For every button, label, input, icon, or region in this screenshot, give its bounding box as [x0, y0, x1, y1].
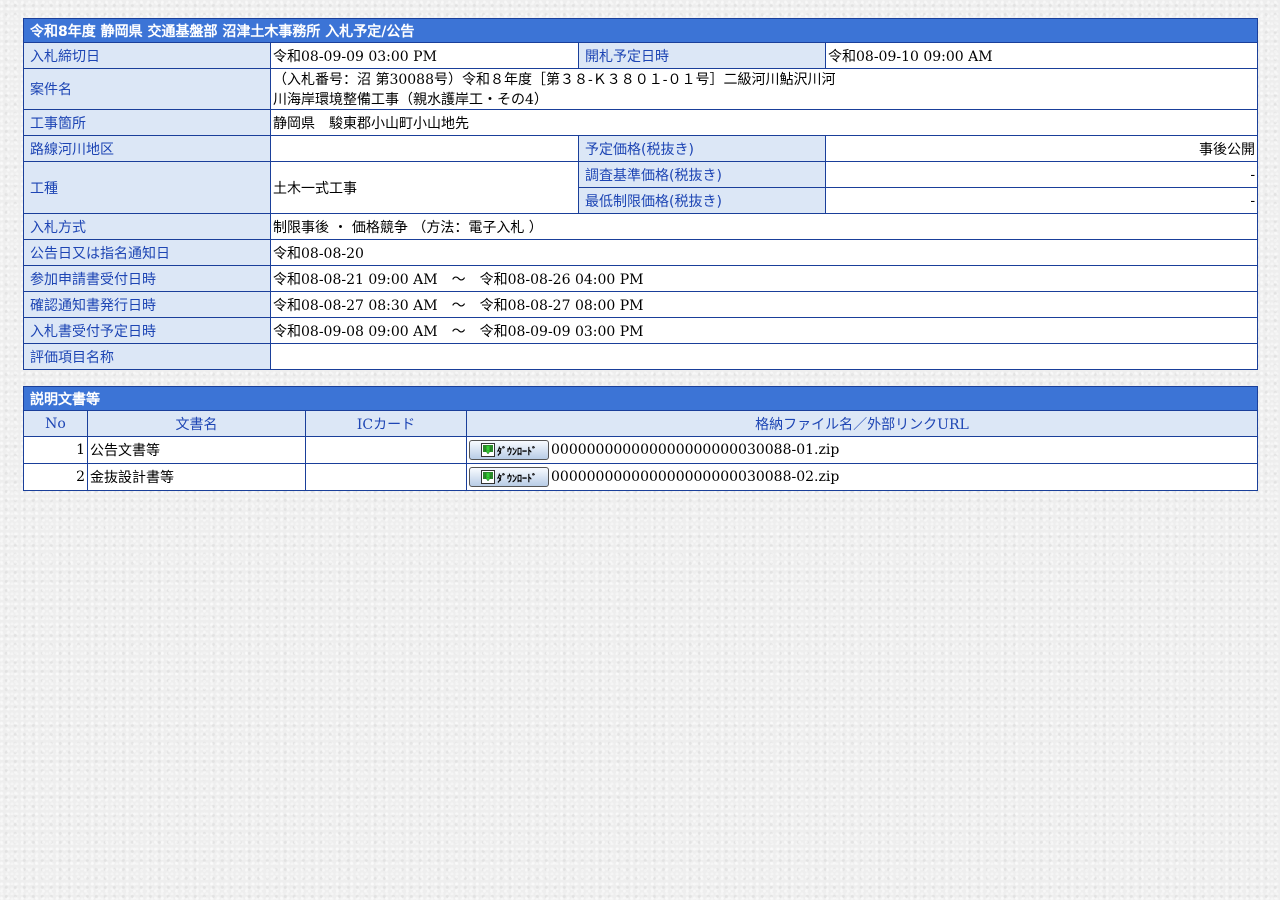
- min-price-value: -: [824, 187, 1259, 214]
- notice-title: 令和8年度 静岡県 交通基盤部 沼津土木事務所 入札予定/公告: [22, 18, 1259, 43]
- bid-reception-value: 令和08-09-08 09:00 AM ～ 令和08-09-09 03:00 P…: [269, 317, 1259, 344]
- route-value: [270, 135, 579, 162]
- col-header-file: 格納ファイル名／外部リンクURL: [466, 410, 1258, 437]
- application-value: 令和08-08-21 09:00 AM ～ 令和08-08-26 04:00 P…: [269, 265, 1259, 292]
- notice-date-label: 公告日又は指名通知日: [23, 239, 271, 266]
- deadline-label: 入札締切日: [23, 42, 271, 69]
- document-row: 1 公告文書等 ﾀﾞｳﾝﾛｰﾄﾞ 00000000000000000000003…: [23, 436, 1258, 464]
- document-no: 1: [23, 436, 88, 464]
- document-filename: 000000000000000000000030088-02.zip: [551, 469, 840, 485]
- location-value: 静岡県 駿東郡小山町小山地先: [269, 109, 1259, 136]
- download-icon: [481, 470, 495, 484]
- bid-reception-label: 入札書受付予定日時: [23, 317, 271, 344]
- documents-title: 説明文書等: [23, 386, 1258, 411]
- work-type-value: 土木一式工事: [270, 161, 579, 214]
- evaluation-label: 評価項目名称: [23, 343, 271, 370]
- document-row: 2 金抜設計書等 ﾀﾞｳﾝﾛｰﾄﾞ 0000000000000000000000…: [23, 463, 1258, 491]
- survey-price-label: 調査基準価格(税抜き): [578, 161, 826, 188]
- deadline-value: 令和08-09-09 03:00 PM: [270, 42, 579, 69]
- document-filename: 000000000000000000000030088-01.zip: [551, 442, 840, 458]
- project-value-line2: 川海岸環境整備工事（親水護岸工・その4）: [273, 92, 548, 108]
- survey-price-value: -: [824, 161, 1259, 188]
- route-label: 路線河川地区: [23, 135, 271, 162]
- confirmation-label: 確認通知書発行日時: [23, 291, 271, 318]
- evaluation-value: [269, 343, 1259, 370]
- col-header-no: No: [23, 410, 88, 437]
- project-value-line1: （入札番号：沼 第30088号）令和８年度［第３８-Ｋ３８０１-０１号］二級河川…: [273, 72, 836, 88]
- location-label: 工事箇所: [23, 109, 271, 136]
- download-label: ﾀﾞｳﾝﾛｰﾄﾞ: [497, 473, 537, 485]
- notice-date-value: 令和08-08-20: [269, 239, 1259, 266]
- planned-price-label: 予定価格(税抜き): [578, 135, 826, 162]
- opening-label: 開札予定日時: [578, 42, 826, 69]
- project-value: （入札番号：沼 第30088号）令和８年度［第３８-Ｋ３８０１-０１号］二級河川…: [269, 68, 1259, 110]
- col-header-ic: ICカード: [305, 410, 467, 437]
- application-label: 参加申請書受付日時: [23, 265, 271, 292]
- page-container: 令和8年度 静岡県 交通基盤部 沼津土木事務所 入札予定/公告 入札締切日 令和…: [22, 18, 1259, 491]
- document-ic: [305, 463, 467, 491]
- download-button[interactable]: ﾀﾞｳﾝﾛｰﾄﾞ: [469, 467, 549, 487]
- planned-price-value: 事後公開: [824, 135, 1259, 162]
- download-icon: [481, 443, 495, 457]
- document-file-cell: ﾀﾞｳﾝﾛｰﾄﾞ 000000000000000000000030088-01.…: [466, 436, 1258, 464]
- document-name: 金抜設計書等: [87, 463, 306, 491]
- confirmation-value: 令和08-08-27 08:30 AM ～ 令和08-08-27 08:00 P…: [269, 291, 1259, 318]
- project-label: 案件名: [23, 68, 271, 110]
- download-button[interactable]: ﾀﾞｳﾝﾛｰﾄﾞ: [469, 440, 549, 460]
- bid-method-label: 入札方式: [23, 213, 271, 240]
- col-header-name: 文書名: [87, 410, 306, 437]
- notice-table: 令和8年度 静岡県 交通基盤部 沼津土木事務所 入札予定/公告 入札締切日 令和…: [22, 18, 1259, 370]
- document-no: 2: [23, 463, 88, 491]
- work-type-label: 工種: [23, 161, 271, 214]
- opening-value: 令和08-09-10 09:00 AM: [824, 42, 1259, 69]
- document-name: 公告文書等: [87, 436, 306, 464]
- download-label: ﾀﾞｳﾝﾛｰﾄﾞ: [497, 446, 537, 458]
- min-price-label: 最低制限価格(税抜き): [578, 187, 826, 214]
- document-file-cell: ﾀﾞｳﾝﾛｰﾄﾞ 000000000000000000000030088-02.…: [466, 463, 1258, 491]
- bid-method-value: 制限事後 ・ 価格競争 （方法：電子入札 ）: [269, 213, 1259, 240]
- document-ic: [305, 436, 467, 464]
- documents-table: 説明文書等 No 文書名 ICカード 格納ファイル名／外部リンクURL 1 公告…: [23, 386, 1258, 491]
